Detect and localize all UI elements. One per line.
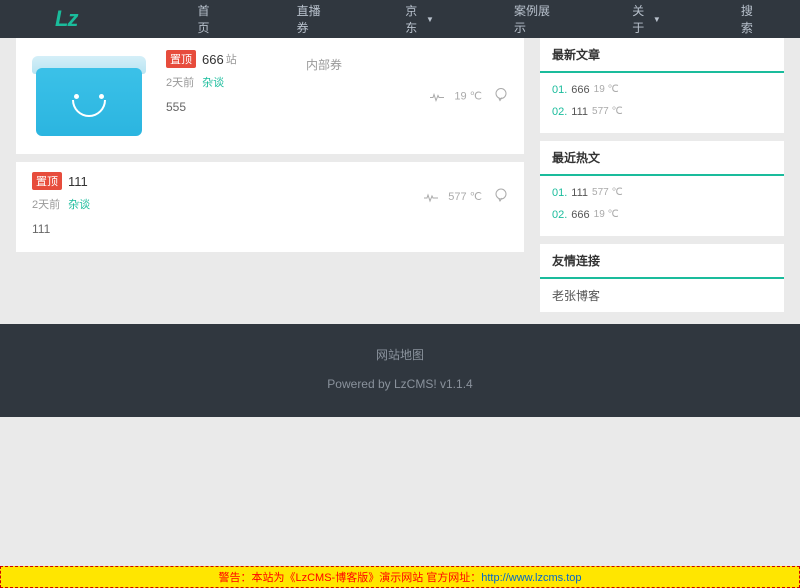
list-item[interactable]: 01. 111 577 ℃ <box>552 182 772 204</box>
powered-by: Powered by LzCMS! v1.1.4 <box>0 377 800 391</box>
footer: 网站地图 Powered by LzCMS! v1.1.4 <box>0 324 800 417</box>
widget-links: 友情连接 老张博客 <box>540 244 784 312</box>
post-extra-label: 内部券 <box>306 56 342 73</box>
sticky-badge: 置顶 <box>32 172 62 190</box>
widget-latest: 最新文章 01. 666 19 ℃ 02. 111 577 ℃ <box>540 38 784 133</box>
header-nav: Lz 首页 直播券 京东▼ 案例展示 关于▼ 搜索 <box>0 0 800 38</box>
widget-title: 友情连接 <box>540 244 784 279</box>
nav-search[interactable]: 搜索 <box>701 2 800 36</box>
post-item[interactable]: 置顶 666站 2天前 杂谈 555 内部券 19 ℃ <box>16 38 524 154</box>
logo[interactable]: Lz <box>55 6 77 32</box>
widget-title: 最新文章 <box>540 38 784 73</box>
warning-banner: 警告：本站为《LzCMS-博客版》演示网站 官方网址：http://www.lz… <box>0 566 800 588</box>
nav-menu: 首页 直播券 京东▼ 案例展示 关于▼ 搜索 <box>157 2 800 36</box>
box-image <box>24 46 154 146</box>
nav-home[interactable]: 首页 <box>157 2 256 36</box>
list-item[interactable]: 01. 666 19 ℃ <box>552 79 772 101</box>
chevron-down-icon: ▼ <box>426 15 434 24</box>
pulse-icon <box>430 92 442 100</box>
nav-about[interactable]: 关于▼ <box>592 2 701 36</box>
post-stats: 19 ℃ <box>430 88 508 105</box>
post-thumbnail <box>24 46 154 146</box>
post-category[interactable]: 杂谈 <box>202 74 224 90</box>
post-temp: 19 ℃ <box>454 90 482 103</box>
post-excerpt: 111 <box>32 222 508 236</box>
nav-cases[interactable]: 案例展示 <box>474 2 592 36</box>
post-temp: 577 ℃ <box>448 190 482 203</box>
pulse-icon <box>424 193 436 201</box>
list-item[interactable]: 02. 111 577 ℃ <box>552 101 772 123</box>
banner-text: 警告：本站为《LzCMS-博客版》演示网站 官方网址： <box>218 572 481 584</box>
post-stats: 577 ℃ <box>424 188 508 205</box>
post-title[interactable]: 111 <box>68 174 88 189</box>
sticky-badge: 置顶 <box>166 50 196 68</box>
link-item[interactable]: 老张博客 <box>540 279 784 312</box>
list-item[interactable]: 02. 666 19 ℃ <box>552 204 772 226</box>
chevron-down-icon: ▼ <box>653 15 661 24</box>
comment-icon[interactable] <box>494 188 508 205</box>
post-item[interactable]: 置顶 111 2天前 杂谈 111 577 ℃ <box>16 162 524 252</box>
main-column: 置顶 666站 2天前 杂谈 555 内部券 19 ℃ 置顶 111 <box>16 38 524 320</box>
sidebar: 最新文章 01. 666 19 ℃ 02. 111 577 ℃ 最近热文 01. <box>540 38 784 320</box>
comment-icon[interactable] <box>494 88 508 105</box>
nav-live[interactable]: 直播券 <box>257 2 366 36</box>
post-time: 2天前 <box>32 196 60 212</box>
banner-link[interactable]: http://www.lzcms.top <box>481 572 581 584</box>
nav-jd[interactable]: 京东▼ <box>365 2 474 36</box>
sitemap-link[interactable]: 网站地图 <box>0 346 800 363</box>
widget-title: 最近热文 <box>540 141 784 176</box>
content-area: 置顶 666站 2天前 杂谈 555 内部券 19 ℃ 置顶 111 <box>0 38 800 320</box>
post-category[interactable]: 杂谈 <box>68 196 90 212</box>
post-time: 2天前 <box>166 74 194 90</box>
widget-hot: 最近热文 01. 111 577 ℃ 02. 666 19 ℃ <box>540 141 784 236</box>
post-title[interactable]: 666 <box>202 52 224 67</box>
post-suffix: 站 <box>226 51 237 67</box>
